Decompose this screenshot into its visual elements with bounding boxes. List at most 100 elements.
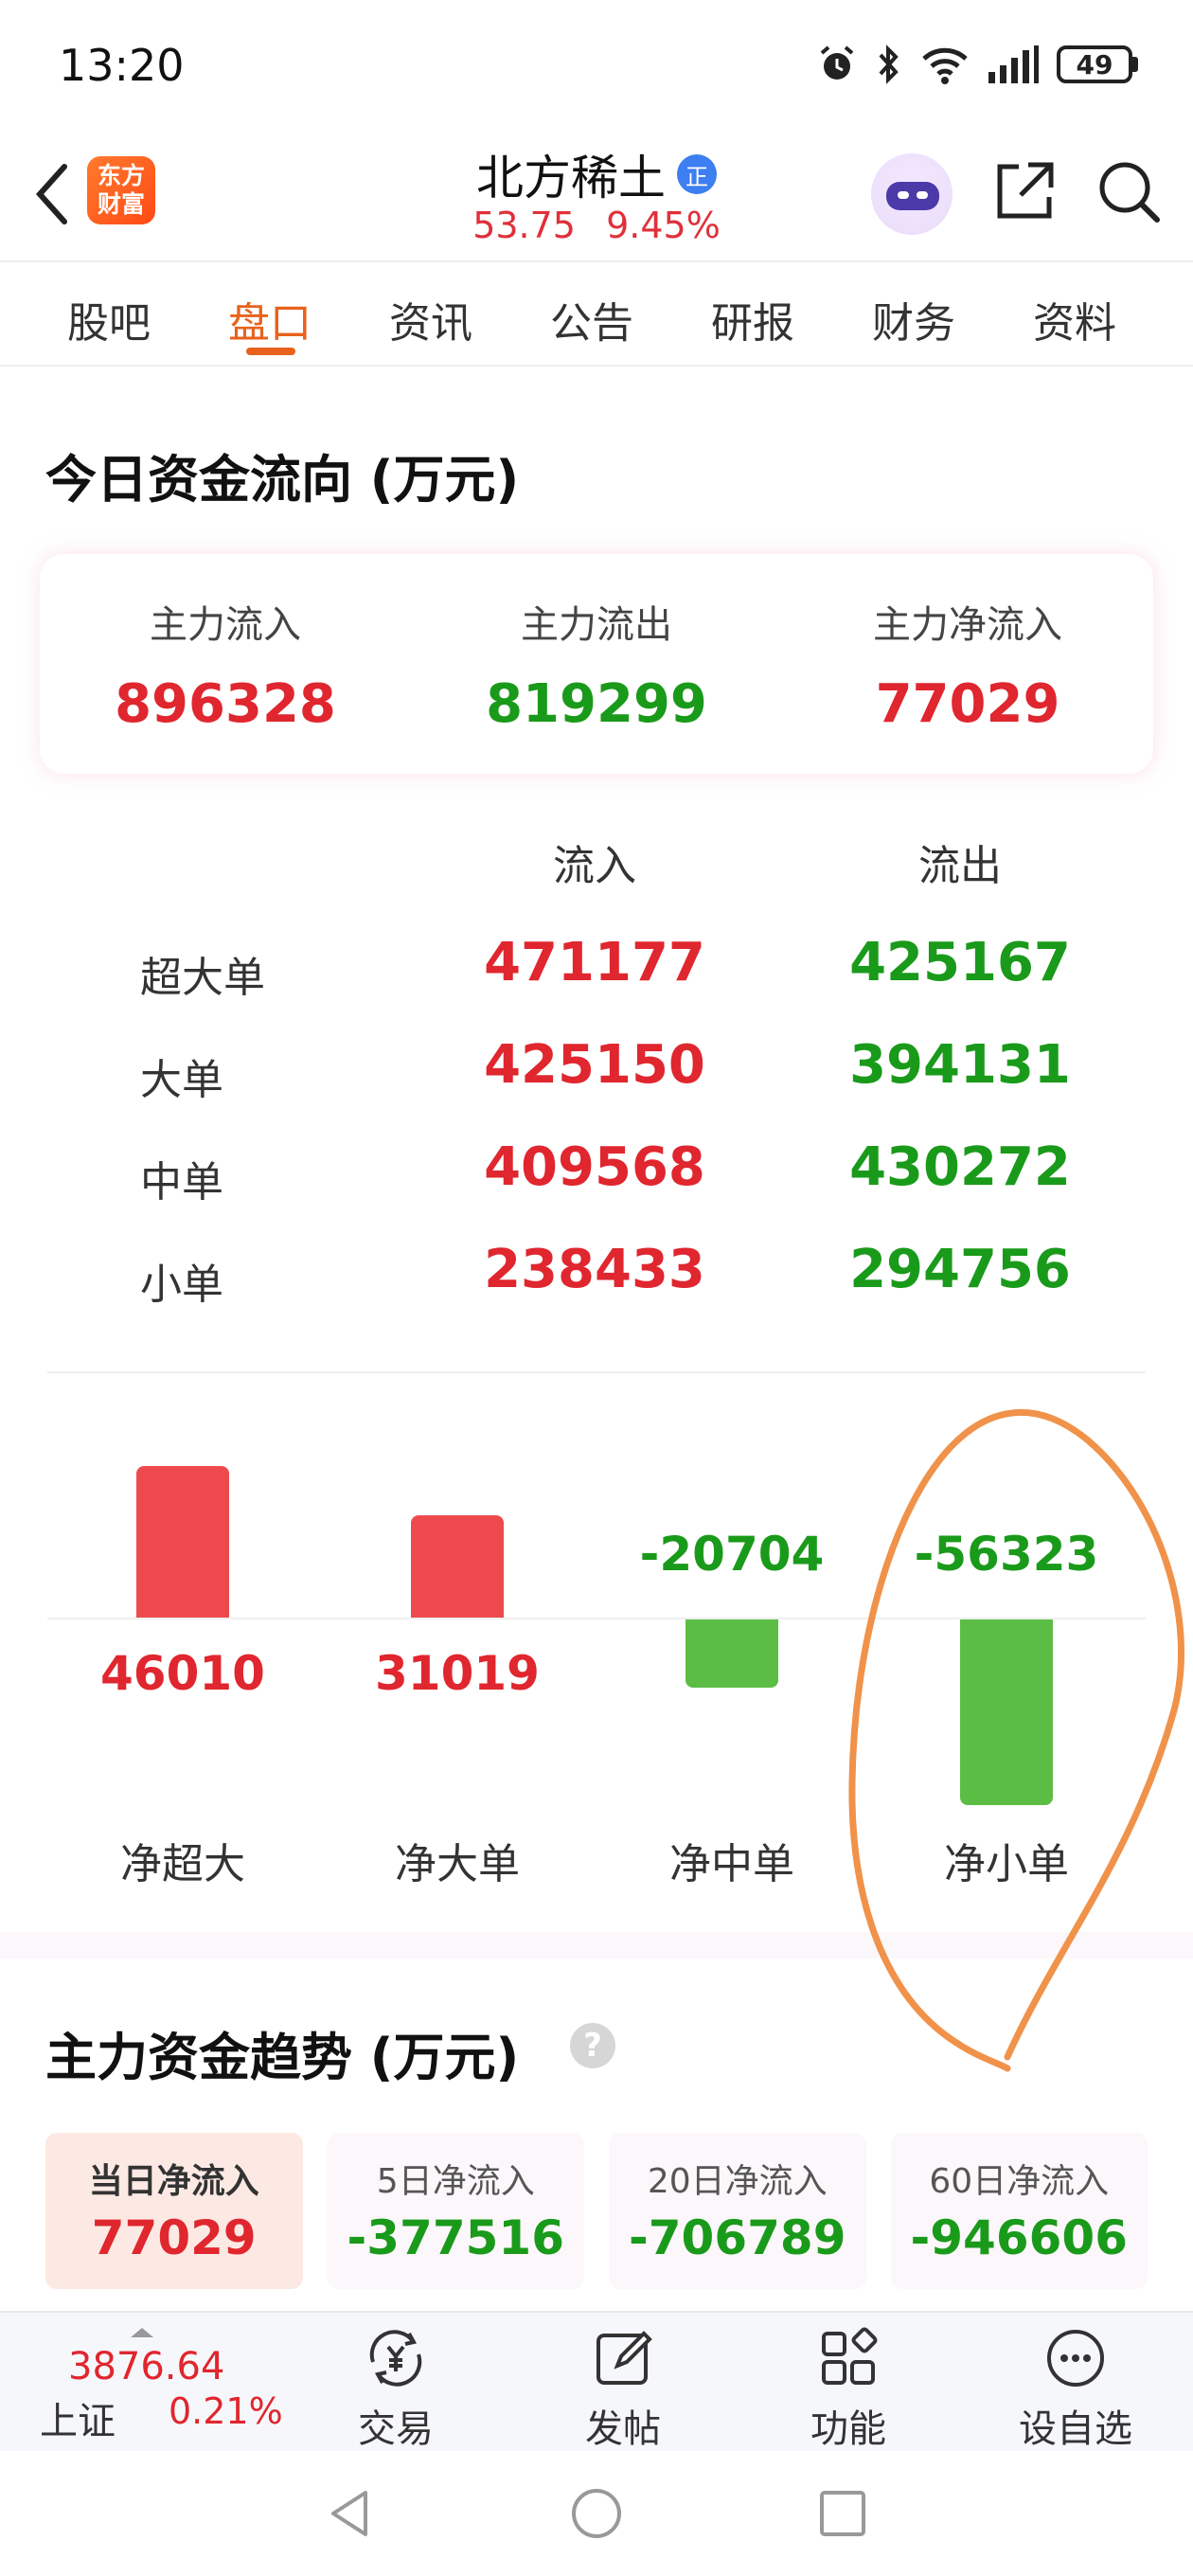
row-label: 小单 (140, 1261, 223, 1309)
status-time: 13:20 (59, 40, 185, 91)
home-circle-icon[interactable] (568, 2485, 625, 2542)
main-outflow-label: 主力流出 (521, 603, 672, 647)
table-row: 小单 238433 294756 (0, 1227, 1193, 1322)
caret-up-icon (131, 2328, 153, 2337)
bar-value-label: -20704 (639, 1527, 825, 1582)
main-net-inflow: 主力净流入 77029 (782, 554, 1153, 774)
row-inflow: 238433 (484, 1239, 705, 1300)
main-outflow: 主力流出 819299 (411, 554, 782, 774)
index-ticker[interactable]: 3876.64 上证 0.21% (40, 2328, 286, 2443)
stock-header: 东方财富 北方稀土 正 53.75 9.45% (0, 133, 1193, 260)
bar-3 (686, 1619, 778, 1689)
trend-card-label: 5日净流入 (376, 2162, 535, 2201)
bar-category-label: 净中单 (669, 1840, 794, 1888)
trend-card-5d[interactable]: 5日净流入 -377516 (327, 2133, 584, 2289)
bar-value-label: 31019 (375, 1646, 540, 1701)
yuan-cycle-icon (369, 2330, 422, 2387)
main-inflow-label: 主力流入 (150, 603, 301, 647)
bar-4 (960, 1619, 1053, 1805)
row-label: 中单 (140, 1158, 223, 1207)
section-divider (0, 1932, 1193, 1959)
nav-label: 设自选 (1019, 2407, 1132, 2451)
trend-title: 主力资金趋势 (万元) (45, 2028, 520, 2087)
tab-profile[interactable]: 资料 (994, 262, 1155, 365)
row-label: 超大单 (140, 954, 265, 1002)
bar-value-label: -56323 (914, 1527, 1099, 1582)
tab-announcements[interactable]: 公告 (511, 262, 672, 365)
trend-card-value: -946606 (910, 2210, 1129, 2265)
trend-card-value: -377516 (347, 2210, 565, 2265)
row-outflow: 294756 (849, 1239, 1071, 1300)
table-row: 中单 409568 430272 (0, 1125, 1193, 1220)
nav-label: 交易 (358, 2407, 434, 2451)
row-inflow: 471177 (484, 932, 705, 993)
nav-trade[interactable]: 交易 (301, 2324, 490, 2451)
nav-label: 功能 (810, 2407, 886, 2451)
main-inflow-value: 896328 (115, 673, 336, 735)
main-outflow-value: 819299 (486, 673, 707, 735)
back-triangle-icon[interactable] (322, 2485, 379, 2542)
row-label: 大单 (140, 1056, 223, 1104)
row-outflow: 394131 (849, 1034, 1071, 1096)
row-outflow: 425167 (849, 932, 1071, 993)
bar-2 (411, 1515, 504, 1618)
trend-card-value: 77029 (91, 2210, 257, 2265)
nav-functions[interactable]: 功能 (754, 2324, 943, 2451)
stock-change-pct: 9.45% (606, 205, 721, 246)
trend-card-today[interactable]: 当日净流入 77029 (45, 2133, 303, 2289)
edit-icon (596, 2331, 652, 2385)
column-header-outflow: 流出 (918, 842, 1002, 890)
alarm-icon (820, 45, 854, 80)
share-icon (997, 162, 1054, 219)
wifi-icon (922, 47, 968, 84)
tab-finance[interactable]: 财务 (833, 262, 994, 365)
tab-pankou[interactable]: 盘口 (189, 262, 350, 365)
status-bar: 13:20 49 (0, 0, 1193, 133)
row-outflow: 430272 (849, 1136, 1071, 1198)
trend-card-label: 20日净流入 (647, 2162, 828, 2201)
bottom-nav: 3876.64 上证 0.21% 交易 发帖 功能 设自选 (0, 2311, 1193, 2451)
zheng-badge: 正 (677, 154, 717, 194)
status-icons: 49 (816, 44, 1138, 85)
nav-post[interactable]: 发帖 (528, 2324, 718, 2451)
main-net-inflow-label: 主力净流入 (873, 603, 1062, 647)
tab-news[interactable]: 资讯 (350, 262, 511, 365)
battery-level: 49 (1057, 45, 1132, 83)
main-flow-summary: 主力流入 896328 主力流出 819299 主力净流入 77029 (40, 554, 1153, 774)
index-change-pct: 0.21% (169, 2390, 283, 2432)
search-button[interactable] (1095, 157, 1163, 225)
grid-icon (822, 2327, 878, 2385)
main-inflow: 主力流入 896328 (40, 554, 411, 774)
nav-add-watchlist[interactable]: 设自选 (981, 2324, 1170, 2451)
signal-icon (988, 45, 1039, 83)
nav-label: 发帖 (585, 2407, 661, 2451)
column-header-inflow: 流入 (553, 842, 636, 890)
assistant-bot-avatar[interactable] (871, 153, 953, 235)
row-inflow: 409568 (484, 1136, 705, 1198)
trend-period-cards: 当日净流入 77029 5日净流入 -377516 20日净流入 -706789… (45, 2133, 1148, 2289)
bar-1 (136, 1465, 229, 1618)
system-navigation-bar (0, 2451, 1193, 2576)
bar-category-label: 净小单 (944, 1840, 1069, 1888)
stock-price: 53.75 (472, 205, 576, 246)
trend-card-20d[interactable]: 20日净流入 -706789 (609, 2133, 866, 2289)
more-icon (1047, 2330, 1104, 2387)
share-button[interactable] (990, 157, 1059, 225)
net-flow-bar-chart: 46010 净超大 31019 净大单 -20704 净中单 -56323 净小单 (0, 1373, 1193, 1904)
trend-card-label: 60日净流入 (929, 2162, 1110, 2201)
bar-category-label: 净大单 (395, 1840, 520, 1888)
help-icon[interactable]: ? (570, 2023, 615, 2068)
tab-research[interactable]: 研报 (672, 262, 833, 365)
bar-category-label: 净超大 (120, 1840, 245, 1888)
trend-card-60d[interactable]: 60日净流入 -946606 (890, 2133, 1148, 2289)
index-name: 上证 (40, 2400, 116, 2443)
search-icon (1099, 162, 1160, 223)
main-net-inflow-value: 77029 (875, 673, 1060, 735)
recents-square-icon[interactable] (814, 2485, 871, 2542)
bluetooth-icon (879, 45, 899, 84)
bar-value-label: 46010 (100, 1646, 265, 1701)
trend-card-label: 当日净流入 (88, 2162, 259, 2201)
table-row: 大单 425150 394131 (0, 1023, 1193, 1118)
tab-guba[interactable]: 股吧 (28, 262, 189, 365)
table-row: 超大单 471177 425167 (0, 921, 1193, 1015)
